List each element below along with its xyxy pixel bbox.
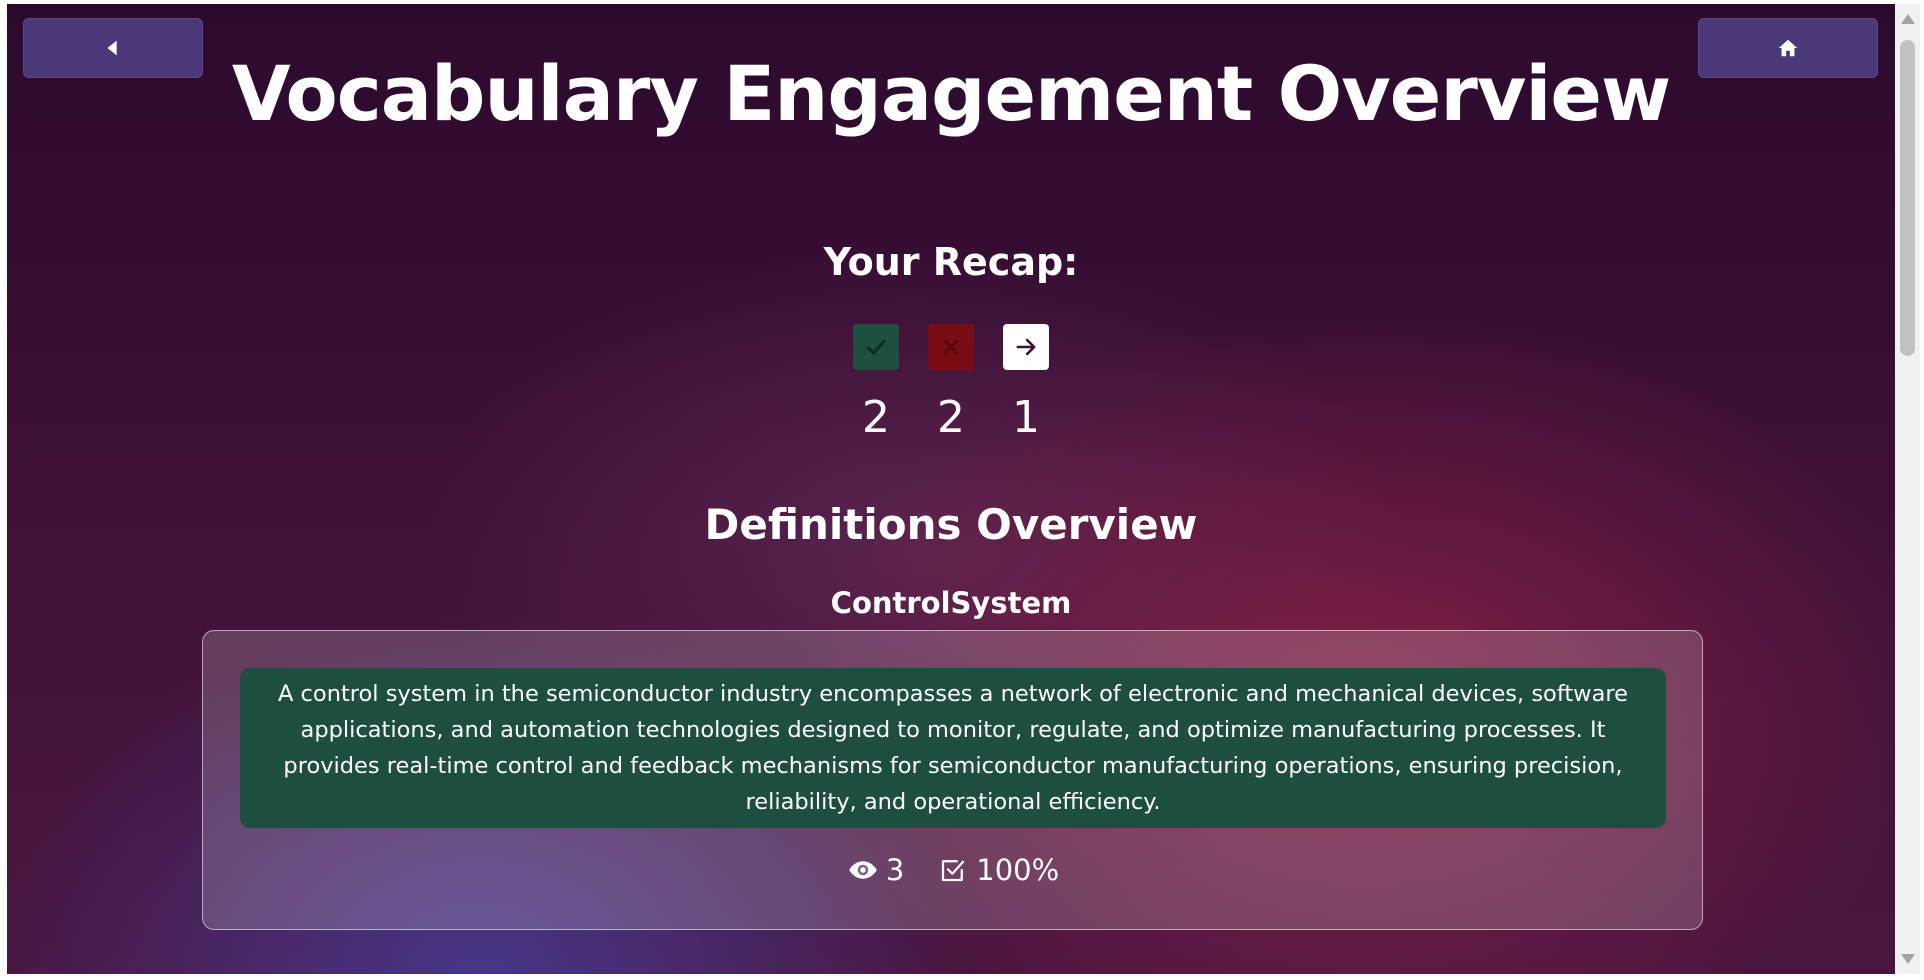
main-viewport: Vocabulary Engagement Overview Your Reca… [7, 4, 1895, 974]
scroll-thumb[interactable] [1900, 40, 1915, 356]
term-name: ControlSystem [830, 586, 1072, 620]
correct-stat-badge [853, 324, 899, 370]
arrow-right-icon [1016, 338, 1036, 356]
definition-card: A control system in the semiconductor in… [202, 630, 1703, 930]
vertical-scrollbar[interactable] [1895, 4, 1920, 974]
definition-box: A control system in the semiconductor in… [240, 668, 1666, 828]
definition-text: A control system in the semiconductor in… [278, 681, 1628, 815]
wrong-count: 2 [937, 392, 965, 443]
views-count: 3 [885, 853, 905, 887]
skipped-stat-badge [1003, 324, 1049, 370]
checkbox-icon [942, 860, 965, 882]
page-title: Vocabulary Engagement Overview [231, 49, 1671, 138]
check-icon [866, 339, 886, 355]
recap-heading: Your Recap: [823, 240, 1079, 284]
x-icon [943, 339, 959, 355]
wrong-stat-badge [928, 324, 974, 370]
eye-icon [849, 861, 877, 879]
definitions-heading: Definitions Overview [704, 500, 1198, 549]
definition-stats: 3 100% [203, 853, 1704, 887]
views-stat: 3 [848, 853, 904, 887]
scroll-up-arrow-icon[interactable] [1901, 14, 1915, 24]
skipped-count: 1 [1012, 392, 1040, 443]
accuracy-value: 100% [976, 853, 1060, 887]
accuracy-stat: 100% [938, 853, 1059, 887]
scroll-down-arrow-icon[interactable] [1901, 954, 1915, 964]
correct-count: 2 [862, 392, 890, 443]
